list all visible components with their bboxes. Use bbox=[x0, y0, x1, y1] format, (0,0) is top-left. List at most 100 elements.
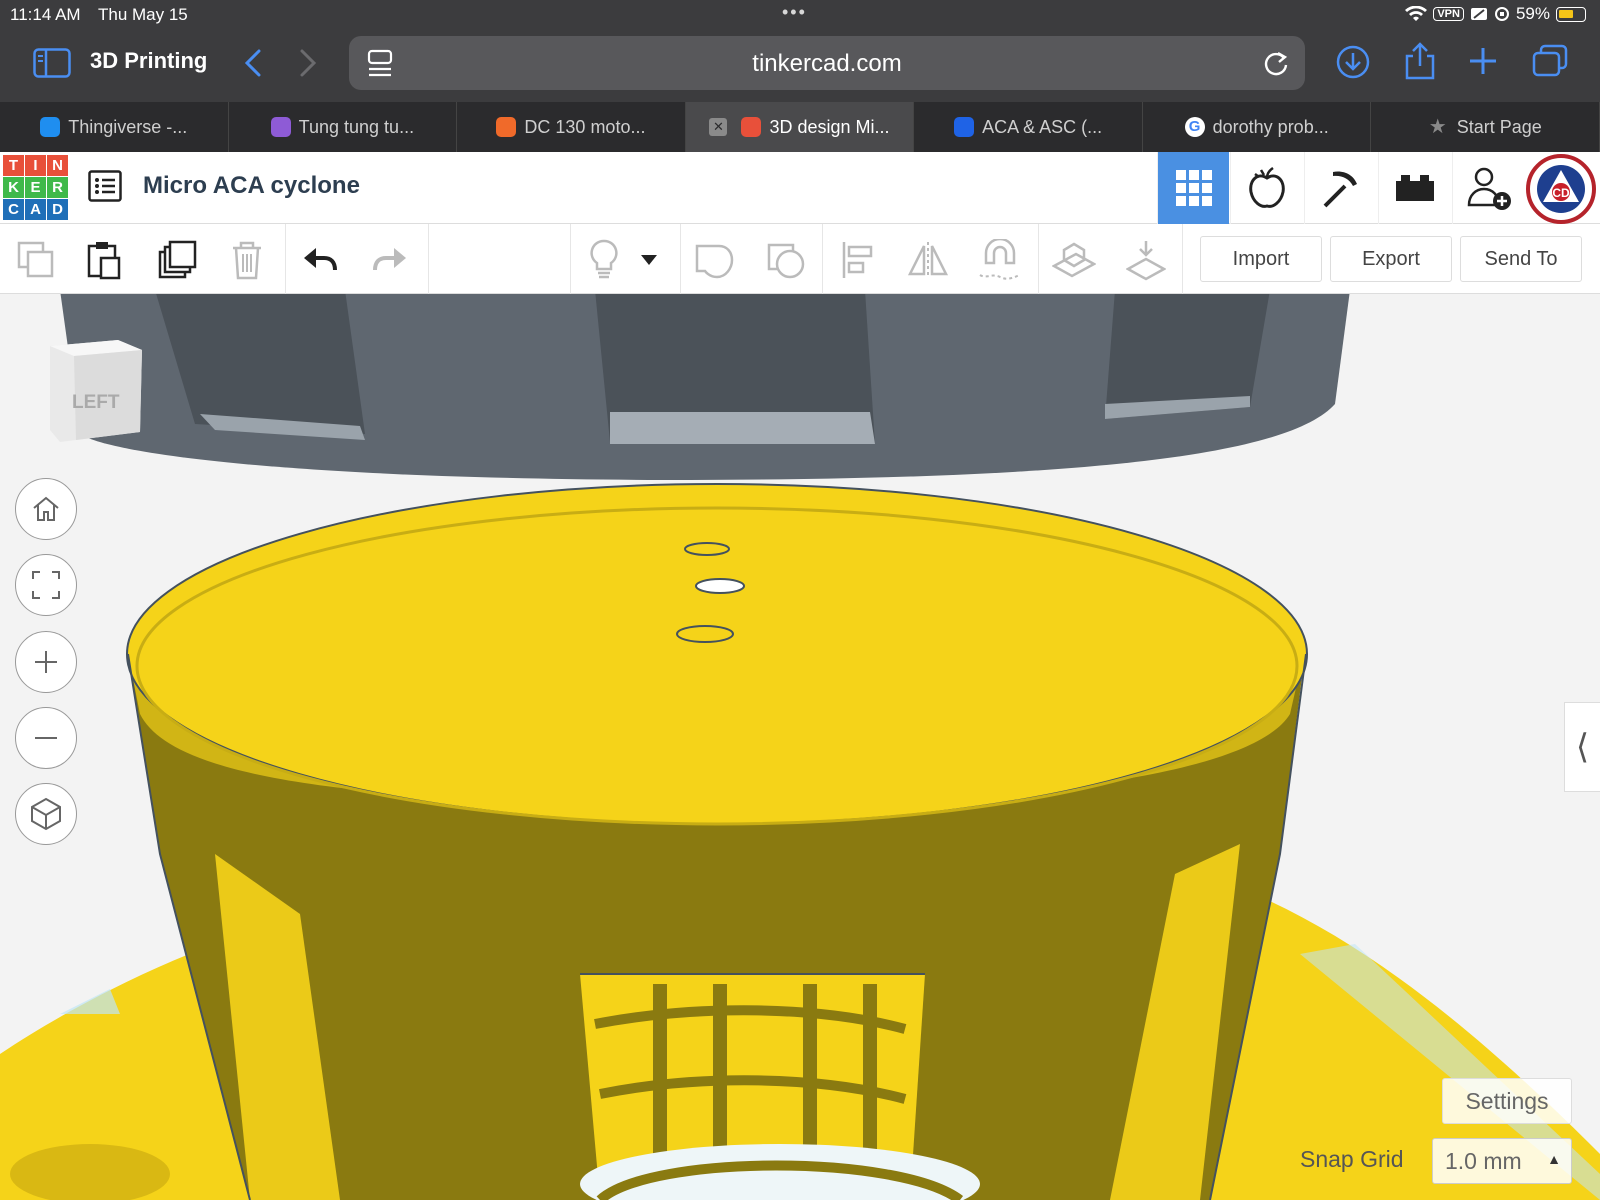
project-title[interactable]: Micro ACA cyclone bbox=[143, 172, 360, 200]
copy-icon bbox=[17, 241, 54, 278]
perspective-button[interactable] bbox=[15, 783, 77, 845]
browser-tab[interactable]: Gdorothy prob... bbox=[1143, 102, 1372, 152]
share-icon[interactable] bbox=[1403, 42, 1437, 80]
logo-letter: R bbox=[47, 177, 68, 198]
browser-tab-label: Start Page bbox=[1456, 116, 1542, 137]
design-list-icon[interactable] bbox=[88, 170, 122, 202]
workplane-viewport[interactable]: LEFT ⟨ Settings Snap Grid 1.0 mm ▲ bbox=[0, 294, 1600, 1200]
shapes-panel-toggle[interactable]: ⟨ bbox=[1564, 702, 1600, 792]
3d-scene[interactable] bbox=[0, 294, 1600, 1200]
delete-button[interactable] bbox=[225, 238, 269, 282]
browser-tab-label: dorothy prob... bbox=[1212, 116, 1329, 137]
status-time: 11:14 AM bbox=[10, 5, 81, 24]
sidebar-icon[interactable] bbox=[33, 48, 71, 78]
status-date: Thu May 15 bbox=[98, 5, 188, 24]
cruise-button[interactable] bbox=[978, 238, 1022, 282]
mirror-button[interactable] bbox=[906, 238, 950, 282]
group-button[interactable] bbox=[692, 238, 736, 282]
reload-icon[interactable] bbox=[1263, 49, 1289, 77]
paste-button[interactable] bbox=[83, 238, 127, 282]
send-to-button[interactable]: Send To bbox=[1460, 236, 1582, 282]
zoom-out-button[interactable] bbox=[15, 707, 77, 769]
sim-lab-button[interactable] bbox=[1230, 152, 1302, 224]
browser-tab[interactable]: Thingiverse -... bbox=[0, 102, 229, 152]
show-all-button[interactable] bbox=[582, 238, 626, 282]
blocks-button[interactable] bbox=[1304, 152, 1376, 224]
3d-view-button[interactable] bbox=[1157, 152, 1229, 224]
logo-letter: D bbox=[47, 199, 68, 220]
workplane-button[interactable] bbox=[1052, 238, 1096, 282]
pickaxe-icon bbox=[1323, 171, 1357, 208]
battery-icon bbox=[1556, 6, 1586, 22]
workplane-icon bbox=[1052, 242, 1096, 278]
add-user-icon bbox=[1467, 167, 1511, 210]
browser-tab[interactable]: Tung tung tu... bbox=[229, 102, 458, 152]
duplicate-button[interactable] bbox=[155, 238, 199, 282]
google-icon: G bbox=[1184, 117, 1205, 137]
brick-icon bbox=[1395, 175, 1434, 201]
group-icon bbox=[695, 244, 734, 279]
fit-view-button[interactable] bbox=[15, 554, 77, 616]
grid-view-icon bbox=[1175, 170, 1212, 206]
home-view-button[interactable] bbox=[15, 478, 77, 540]
close-tab-icon[interactable]: ✕ bbox=[709, 118, 728, 136]
url-bar[interactable]: tinkercad.com bbox=[349, 36, 1305, 90]
url-text: tinkercad.com bbox=[752, 50, 902, 77]
align-button[interactable] bbox=[836, 238, 880, 282]
tinkercad-logo[interactable]: TIN KER CAD bbox=[3, 155, 68, 220]
status-indicators: VPN 59% bbox=[1405, 4, 1586, 24]
back-icon[interactable] bbox=[243, 48, 263, 78]
fit-view-icon bbox=[32, 571, 60, 599]
browser-tab-label: DC 130 moto... bbox=[524, 116, 646, 137]
browser-tab-label: 3D design Mi... bbox=[769, 116, 890, 137]
browser-tab[interactable]: ACA & ASC (... bbox=[914, 102, 1143, 152]
browser-toolbar: 3D Printing tinkercad.com bbox=[0, 30, 1600, 102]
paste-icon bbox=[87, 242, 121, 280]
export-button[interactable]: Export bbox=[1330, 236, 1452, 282]
view-cube[interactable]: LEFT bbox=[46, 336, 146, 453]
edit-toolbar: Import Export Send To bbox=[0, 224, 1600, 294]
import-button[interactable]: Import bbox=[1200, 236, 1322, 282]
browser-tab[interactable]: DC 130 moto... bbox=[457, 102, 686, 152]
copy-button[interactable] bbox=[14, 238, 58, 282]
user-avatar[interactable]: CD bbox=[1526, 154, 1596, 224]
snap-grid-value: 1.0 mm bbox=[1445, 1147, 1522, 1174]
dropbox-icon bbox=[954, 117, 975, 137]
bricks-button[interactable] bbox=[1378, 152, 1450, 224]
caret-down-icon bbox=[641, 255, 657, 265]
snap-grid-select[interactable]: 1.0 mm ▲ bbox=[1432, 1138, 1572, 1184]
browser-tab[interactable]: ★ Start Page bbox=[1371, 102, 1600, 152]
tab-bar: Thingiverse -... Tung tung tu... DC 130 mo… bbox=[0, 102, 1600, 152]
home-icon bbox=[33, 496, 59, 521]
logo-letter: T bbox=[3, 155, 24, 176]
multitasking-dots-icon[interactable]: ••• bbox=[782, 2, 807, 23]
tab-overview-icon[interactable] bbox=[1532, 44, 1568, 78]
lightbulb-icon bbox=[590, 239, 618, 279]
browser-tab[interactable]: ✕ 3D design Mi... bbox=[685, 102, 915, 152]
settings-button[interactable]: Settings bbox=[1442, 1078, 1572, 1124]
invite-user-button[interactable] bbox=[1452, 152, 1524, 224]
tinkercad-header: TIN KER CAD Micro ACA cyclone CD bbox=[0, 152, 1600, 224]
mirror-icon bbox=[907, 242, 949, 278]
ungroup-button[interactable] bbox=[764, 238, 808, 282]
undo-button[interactable] bbox=[298, 238, 342, 282]
vpn-badge: VPN bbox=[1433, 7, 1464, 21]
browser-tab-label: Thingiverse -... bbox=[68, 116, 188, 137]
tab-group-name[interactable]: 3D Printing bbox=[90, 48, 207, 74]
chevron-left-icon: ⟨ bbox=[1575, 728, 1590, 766]
screen-lock-icon bbox=[1470, 8, 1487, 20]
forward-icon[interactable] bbox=[298, 48, 318, 78]
caret-up-icon: ▲ bbox=[1547, 1151, 1561, 1167]
thingiverse-icon bbox=[40, 117, 61, 137]
logo-letter: N bbox=[47, 155, 68, 176]
ruler-button[interactable] bbox=[1124, 238, 1168, 282]
new-tab-icon[interactable] bbox=[1468, 46, 1498, 76]
zoom-in-button[interactable] bbox=[15, 631, 77, 693]
ruler-icon bbox=[1126, 241, 1166, 281]
minus-icon bbox=[35, 737, 57, 739]
redo-button[interactable] bbox=[368, 238, 412, 282]
star-icon: ★ bbox=[1428, 116, 1447, 138]
downloads-icon[interactable] bbox=[1335, 44, 1371, 80]
logo-letter: A bbox=[25, 199, 46, 220]
visibility-dropdown[interactable] bbox=[634, 238, 664, 282]
